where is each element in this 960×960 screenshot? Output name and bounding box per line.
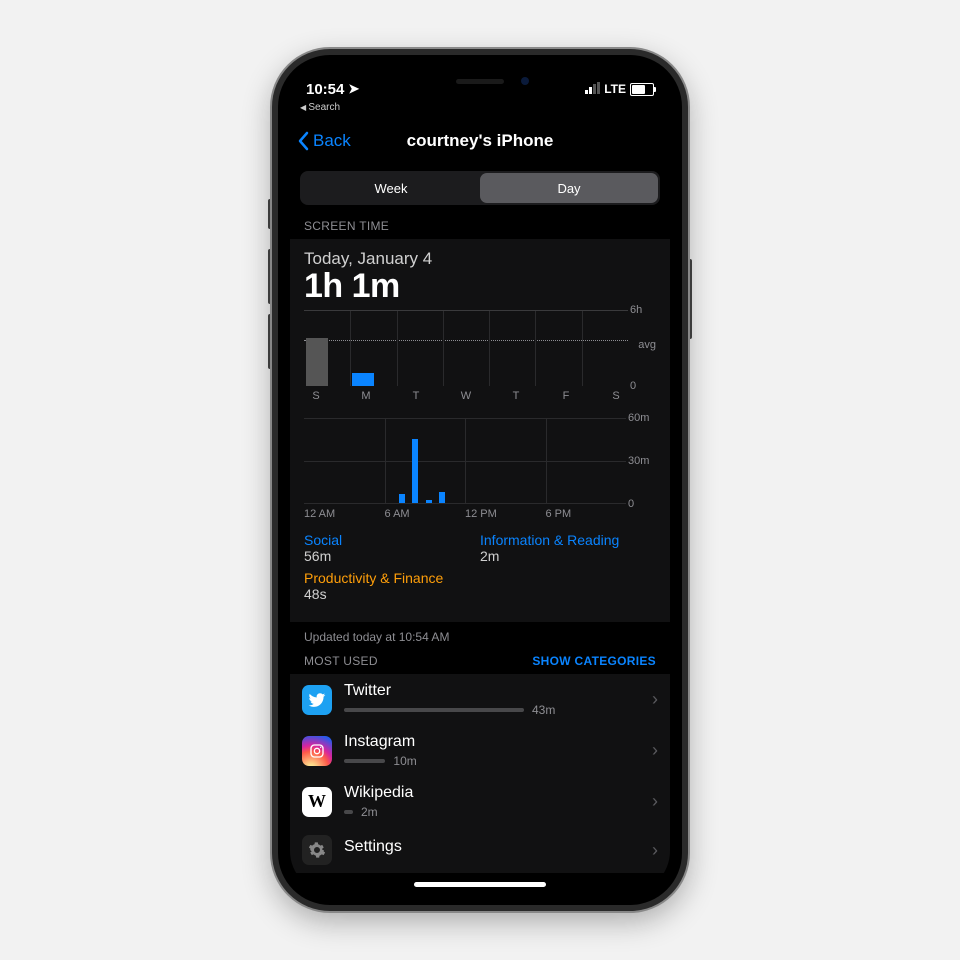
side-button <box>688 259 692 339</box>
usage-bar <box>344 759 385 763</box>
hr-x-tick: 12 AM <box>304 508 335 520</box>
hr-y-mid: 30m <box>628 455 649 467</box>
chevron-right-icon: › <box>650 840 660 861</box>
screen: 10:54 ➤ LTE Search Back <box>290 67 670 893</box>
usage-value: 2m <box>361 805 378 819</box>
weekly-chart: avg 6h 0 SMTWTFS <box>304 310 656 406</box>
total-time: 1h 1m <box>304 267 656 306</box>
app-row-wikipedia[interactable]: W Wikipedia 2m › <box>290 776 670 827</box>
section-header-screen-time: SCREEN TIME <box>290 219 670 239</box>
chevron-right-icon: › <box>650 791 660 812</box>
wk-x-tick: S <box>604 390 628 406</box>
chevron-right-icon: › <box>650 689 660 710</box>
back-label: Back <box>313 131 351 151</box>
chevron-left-icon <box>296 131 310 151</box>
status-time: 10:54 <box>306 81 344 98</box>
wk-y-bot: 0 <box>630 380 636 392</box>
segment-day[interactable]: Day <box>480 173 658 203</box>
app-row-settings[interactable]: Settings› <box>290 827 670 873</box>
time-range-segmented: Week Day <box>300 171 660 205</box>
wk-x-tick: T <box>404 390 428 406</box>
back-button[interactable]: Back <box>296 131 351 151</box>
settings-icon <box>302 835 332 865</box>
cat-prod-label: Productivity & Finance <box>304 570 480 586</box>
usage-value: 10m <box>393 754 416 768</box>
content-scroll[interactable]: Week Day SCREEN TIME Today, January 4 1h… <box>290 163 670 893</box>
instagram-icon <box>302 736 332 766</box>
wk-x-tick: W <box>454 390 478 406</box>
chevron-right-icon: › <box>650 740 660 761</box>
breadcrumb-back[interactable]: Search <box>300 102 340 113</box>
usage-value: 43m <box>532 703 555 717</box>
cat-social-label: Social <box>304 532 480 548</box>
app-row-twitter[interactable]: Twitter 43m › <box>290 674 670 725</box>
updated-text: Updated today at 10:54 AM <box>290 622 670 654</box>
wk-x-tick: F <box>554 390 578 406</box>
app-name: Instagram <box>344 733 650 751</box>
app-row-instagram[interactable]: Instagram 10m › <box>290 725 670 776</box>
wk-x-tick: T <box>504 390 528 406</box>
wk-x-tick: S <box>304 390 328 406</box>
hourly-chart: 60m 30m 0 12 AM6 AM12 PM6 PM <box>304 418 656 524</box>
cat-info-value: 2m <box>480 548 656 564</box>
twitter-icon <box>302 685 332 715</box>
notch <box>385 67 575 95</box>
app-name: Twitter <box>344 682 650 700</box>
screen-time-panel: Today, January 4 1h 1m avg 6h 0 SMTWTFS <box>290 239 670 622</box>
usage-bar <box>344 810 353 814</box>
hr-x-tick: 6 PM <box>546 508 572 520</box>
app-name: Settings <box>344 838 650 856</box>
segment-week[interactable]: Week <box>302 173 480 203</box>
home-indicator[interactable] <box>414 882 546 887</box>
app-name: Wikipedia <box>344 784 650 802</box>
hr-x-tick: 12 PM <box>465 508 497 520</box>
signal-icon <box>585 84 600 94</box>
breadcrumb-label: Search <box>308 102 340 113</box>
wikipedia-icon: W <box>302 787 332 817</box>
network-label: LTE <box>604 82 626 96</box>
hr-x-tick: 6 AM <box>385 508 410 520</box>
battery-icon <box>630 83 654 96</box>
most-used-list: Twitter43m›Instagram10m›WWikipedia2m›Set… <box>290 674 670 873</box>
cat-info-label: Information & Reading <box>480 532 656 548</box>
cat-social-value: 56m <box>304 548 480 564</box>
hr-y-bot: 0 <box>628 498 634 510</box>
wk-y-top: 6h <box>630 304 642 316</box>
wk-x-tick: M <box>354 390 378 406</box>
cat-prod-value: 48s <box>304 586 480 602</box>
date-line: Today, January 4 <box>304 249 656 269</box>
location-icon: ➤ <box>348 81 359 97</box>
phone-mockup: 10:54 ➤ LTE Search Back <box>272 49 688 911</box>
category-breakdown: Social 56m Information & Reading 2m Prod… <box>304 532 656 608</box>
nav-bar: Back courtney's iPhone <box>290 119 670 163</box>
section-header-most-used: MOST USED <box>304 654 378 668</box>
usage-bar <box>344 708 524 712</box>
hr-y-top: 60m <box>628 412 649 424</box>
show-categories-button[interactable]: SHOW CATEGORIES <box>532 654 656 668</box>
